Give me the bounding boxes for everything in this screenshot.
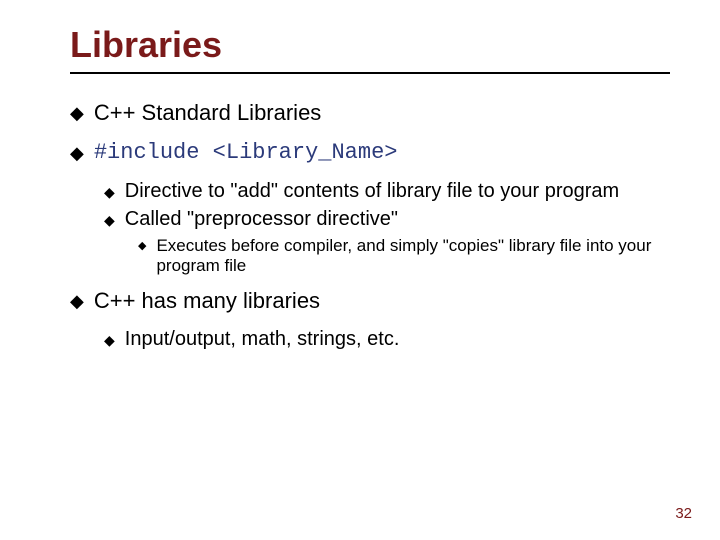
diamond-bullet-icon: ◆ <box>70 288 84 314</box>
diamond-bullet-icon: ◆ <box>70 100 84 126</box>
bullet-text: Executes before compiler, and simply "co… <box>156 236 670 276</box>
diamond-bullet-icon: ◆ <box>104 328 115 352</box>
bullet-text: Input/output, math, strings, etc. <box>125 328 670 351</box>
slide: Libraries ◆ C++ Standard Libraries ◆ #in… <box>0 0 720 540</box>
code-text: #include <Library_Name> <box>94 140 670 165</box>
bullet-text: C++ Standard Libraries <box>94 100 670 126</box>
bullet-level1: ◆ C++ has many libraries <box>70 288 670 314</box>
bullet-level2: ◆ Directive to "add" contents of library… <box>104 180 670 204</box>
bullet-level1: ◆ #include <Library_Name> <box>70 140 670 166</box>
bullet-text: Called "preprocessor directive" <box>125 208 670 231</box>
bullet-level2: ◆ Input/output, math, strings, etc. <box>104 328 670 352</box>
bullet-level3: ◆ Executes before compiler, and simply "… <box>138 236 670 276</box>
diamond-bullet-icon: ◆ <box>70 140 84 166</box>
bullet-text: Directive to "add" contents of library f… <box>125 180 670 203</box>
diamond-bullet-icon: ◆ <box>138 236 146 257</box>
diamond-bullet-icon: ◆ <box>104 180 115 204</box>
diamond-bullet-icon: ◆ <box>104 208 115 232</box>
bullet-level2: ◆ Called "preprocessor directive" <box>104 208 670 232</box>
title-underline <box>70 72 670 74</box>
slide-title: Libraries <box>70 24 670 66</box>
bullet-level1: ◆ C++ Standard Libraries <box>70 100 670 126</box>
page-number: 32 <box>675 505 692 522</box>
bullet-text: C++ has many libraries <box>94 288 670 314</box>
